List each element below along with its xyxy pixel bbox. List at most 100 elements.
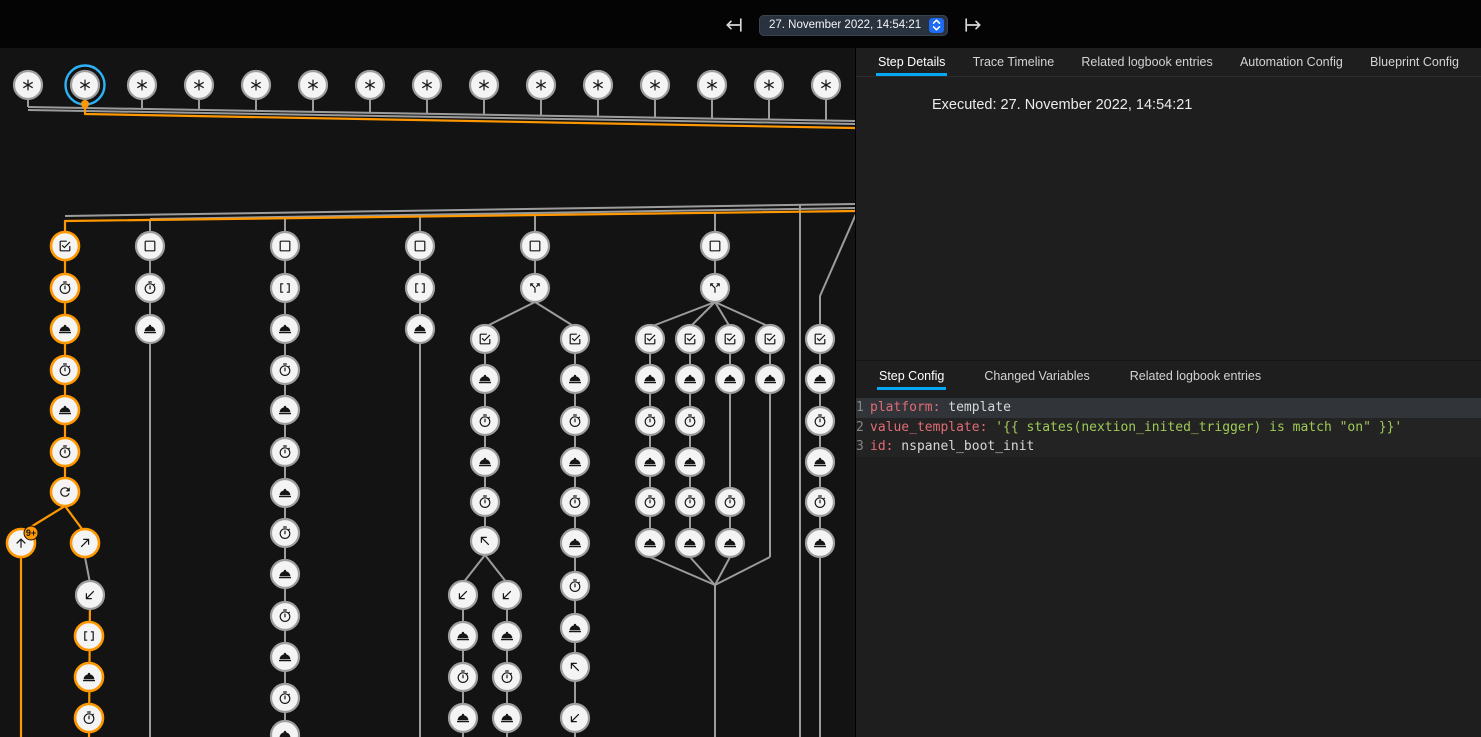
trace-node-service[interactable] (561, 448, 589, 476)
trace-node-timer[interactable] (636, 407, 664, 435)
trace-node-service[interactable] (493, 622, 521, 650)
trace-node-service[interactable] (406, 315, 434, 343)
trace-node-asterisk[interactable] (527, 71, 555, 99)
step-config-code[interactable]: 1platform: template2value_template: '{{ … (856, 398, 1481, 457)
tab-step-config[interactable]: Step Config (877, 361, 946, 390)
trace-node-checkbox-blank[interactable] (521, 232, 549, 260)
trace-node-service[interactable] (676, 529, 704, 557)
tab-blueprint-config[interactable]: Blueprint Config (1368, 48, 1461, 76)
trace-node-timer[interactable] (716, 488, 744, 516)
trace-node-checkbox-marked[interactable] (716, 325, 744, 353)
trace-node-service[interactable] (136, 315, 164, 343)
trace-node-asterisk[interactable] (185, 71, 213, 99)
trace-node-service[interactable] (756, 365, 784, 393)
trace-node-timer[interactable] (136, 274, 164, 302)
trace-node-timer[interactable] (471, 488, 499, 516)
trace-node-arrow-bottom-left[interactable] (449, 581, 477, 609)
trace-node-service[interactable] (471, 448, 499, 476)
trace-node-service[interactable] (561, 529, 589, 557)
trace-node-service[interactable] (561, 614, 589, 642)
trace-select[interactable]: 27. November 2022, 14:54:21 (759, 15, 948, 36)
trace-node-timer[interactable] (271, 438, 299, 466)
trace-node-asterisk[interactable] (470, 71, 498, 99)
trace-node-service[interactable] (271, 560, 299, 588)
trace-node-checkbox-marked[interactable] (676, 325, 704, 353)
tab-related-logbook-entries[interactable]: Related logbook entries (1079, 48, 1214, 76)
trace-node-checkbox-marked[interactable] (636, 325, 664, 353)
trace-graph[interactable]: 9+ (0, 48, 855, 737)
trace-node-timer[interactable] (51, 356, 79, 384)
trace-node-service[interactable] (75, 663, 103, 691)
trace-node-timer[interactable] (51, 438, 79, 466)
trace-node-call-split[interactable] (521, 274, 549, 302)
trace-node-service[interactable] (271, 479, 299, 507)
trace-node-timer[interactable] (271, 519, 299, 547)
trace-node-timer[interactable] (806, 488, 834, 516)
trace-node-checkbox-blank[interactable] (701, 232, 729, 260)
trace-node-brackets[interactable] (271, 274, 299, 302)
tab-related-logbook-entries[interactable]: Related logbook entries (1128, 361, 1263, 390)
trace-node-timer[interactable] (676, 488, 704, 516)
trace-node-checkbox-blank[interactable] (271, 232, 299, 260)
trace-node-call-split[interactable] (701, 274, 729, 302)
trace-node-brackets[interactable] (75, 622, 103, 650)
trace-node-asterisk[interactable] (299, 71, 327, 99)
trace-node-asterisk[interactable] (641, 71, 669, 99)
trace-node-arrow-top-left[interactable] (471, 527, 499, 555)
trace-node-timer[interactable] (271, 356, 299, 384)
trace-node-service[interactable] (271, 315, 299, 343)
trace-node-arrow-top-left[interactable] (561, 653, 589, 681)
trace-node-service[interactable] (636, 365, 664, 393)
trace-node-arrow-top-right[interactable] (71, 529, 99, 557)
trace-node-asterisk[interactable] (755, 71, 783, 99)
trace-node-service[interactable] (676, 448, 704, 476)
trace-node-timer[interactable] (493, 663, 521, 691)
trace-node-checkbox-marked[interactable] (471, 325, 499, 353)
trace-node-service[interactable] (271, 396, 299, 424)
tab-step-details[interactable]: Step Details (876, 48, 947, 76)
trace-node-checkbox-marked[interactable] (806, 325, 834, 353)
trace-node-checkbox-blank[interactable] (136, 232, 164, 260)
trace-node-checkbox-blank[interactable] (406, 232, 434, 260)
trace-node-asterisk[interactable] (584, 71, 612, 99)
trace-node-asterisk[interactable] (698, 71, 726, 99)
trace-node-checkbox-marked[interactable] (51, 232, 79, 260)
trace-node-arrow-bottom-left[interactable] (76, 581, 104, 609)
trace-node-asterisk[interactable] (812, 71, 840, 99)
trace-node-timer[interactable] (271, 684, 299, 712)
trace-node-service[interactable] (716, 529, 744, 557)
trace-node-arrow-up[interactable]: 9+ (7, 526, 38, 557)
trace-node-service[interactable] (636, 529, 664, 557)
trace-node-service[interactable] (806, 365, 834, 393)
trace-node-timer[interactable] (75, 704, 103, 732)
trace-node-checkbox-marked[interactable] (561, 325, 589, 353)
next-trace-button[interactable] (962, 13, 986, 37)
trace-node-service[interactable] (806, 529, 834, 557)
trace-node-service[interactable] (676, 365, 704, 393)
trace-node-timer[interactable] (561, 572, 589, 600)
trace-node-checkbox-marked[interactable] (756, 325, 784, 353)
trace-node-timer[interactable] (51, 274, 79, 302)
trace-node-service[interactable] (449, 622, 477, 650)
trace-node-timer[interactable] (636, 488, 664, 516)
trace-node-dot[interactable] (81, 100, 89, 108)
trace-node-arrow-bottom-left[interactable] (493, 581, 521, 609)
trace-node-asterisk[interactable] (14, 71, 42, 99)
trace-node-service[interactable] (471, 365, 499, 393)
trace-node-service[interactable] (449, 704, 477, 732)
trace-node-timer[interactable] (561, 488, 589, 516)
trace-node-brackets[interactable] (406, 274, 434, 302)
trace-node-asterisk[interactable] (413, 71, 441, 99)
trace-node-timer[interactable] (806, 407, 834, 435)
trace-node-arrow-bottom-left[interactable] (561, 704, 589, 732)
trace-node-service[interactable] (493, 704, 521, 732)
trace-node-refresh[interactable] (51, 478, 79, 506)
trace-node-service[interactable] (561, 365, 589, 393)
trace-node-timer[interactable] (271, 602, 299, 630)
tab-changed-variables[interactable]: Changed Variables (982, 361, 1091, 390)
trace-node-timer[interactable] (471, 407, 499, 435)
trace-node-timer[interactable] (561, 407, 589, 435)
trace-node-asterisk[interactable] (66, 66, 105, 105)
trace-node-timer[interactable] (449, 663, 477, 691)
tab-trace-timeline[interactable]: Trace Timeline (971, 48, 1057, 76)
